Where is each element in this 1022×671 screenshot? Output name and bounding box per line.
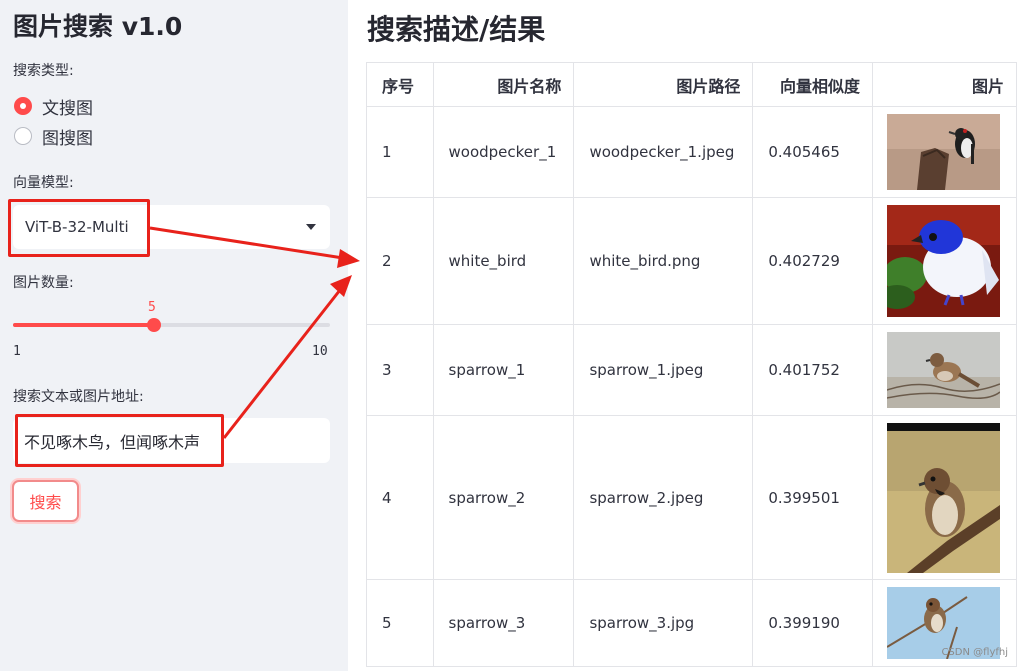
table-row: 4 sparrow_2 sparrow_2.jpeg 0.399501 <box>366 415 1018 580</box>
sidebar: 图片搜索 v1.0 搜索类型: 文搜图 图搜图 向量模型: ViT-B-32-M… <box>0 0 348 671</box>
cell-path: sparrow_2.jpeg <box>573 415 754 580</box>
column-header-index: 序号 <box>366 62 434 107</box>
cell-index: 3 <box>366 324 434 416</box>
cell-path: sparrow_1.jpeg <box>573 324 754 416</box>
column-header-score: 向量相似度 <box>752 62 873 107</box>
column-header-name: 图片名称 <box>432 62 575 107</box>
table-header-row: 序号 图片名称 图片路径 向量相似度 图片 <box>366 62 1018 107</box>
sparrow-on-wire-photo <box>886 332 1000 408</box>
cell-name: sparrow_3 <box>432 579 575 667</box>
cell-score: 0.399501 <box>752 415 873 580</box>
watermark: CSDN @flyfhj <box>941 647 1008 658</box>
radio-checked-icon <box>14 97 32 115</box>
cell-score: 0.405465 <box>752 106 873 198</box>
cell-image <box>871 106 1018 198</box>
app-title: 图片搜索 v1.0 <box>13 12 183 41</box>
radio-label: 文搜图 <box>42 98 93 119</box>
cell-index: 5 <box>366 579 434 667</box>
woodpecker-photo <box>886 114 1000 190</box>
table-row: 1 woodpecker_1 woodpecker_1.jpeg 0.40546… <box>366 106 1018 198</box>
radio-text-to-image[interactable]: 文搜图 <box>14 95 93 119</box>
cell-name: white_bird <box>432 197 575 325</box>
slider-thumb[interactable] <box>147 318 161 332</box>
slider-fill <box>13 323 154 327</box>
cell-index: 4 <box>366 415 434 580</box>
slider-track[interactable] <box>13 323 330 327</box>
cell-name: woodpecker_1 <box>432 106 575 198</box>
cell-score: 0.401752 <box>752 324 873 416</box>
annotation-box-query <box>15 414 224 467</box>
cell-name: sparrow_2 <box>432 415 575 580</box>
column-header-path: 图片路径 <box>573 62 754 107</box>
search-type-label: 搜索类型: <box>13 63 74 79</box>
model-label: 向量模型: <box>13 175 74 191</box>
column-header-image: 图片 <box>871 62 1018 107</box>
query-label: 搜索文本或图片地址: <box>13 389 144 405</box>
cell-path: sparrow_3.jpg <box>573 579 754 667</box>
cell-name: sparrow_1 <box>432 324 575 416</box>
slider-min: 1 <box>13 344 21 359</box>
annotation-box-model <box>8 199 150 257</box>
radio-unchecked-icon <box>14 127 32 145</box>
slider-value: 5 <box>148 300 156 315</box>
table-row: 5 sparrow_3 sparrow_3.jpg 0.399190 <box>366 579 1018 667</box>
blue-white-bird-photo <box>886 205 1000 317</box>
radio-label: 图搜图 <box>42 128 93 149</box>
cell-index: 2 <box>366 197 434 325</box>
table-row: 3 sparrow_1 sparrow_1.jpeg 0.401752 <box>366 324 1018 416</box>
cell-image <box>871 415 1018 580</box>
radio-image-to-image[interactable]: 图搜图 <box>14 125 93 149</box>
search-button[interactable]: 搜索 <box>12 480 79 522</box>
cell-image <box>871 324 1018 416</box>
table-row: 2 white_bird white_bird.png 0.402729 <box>366 197 1018 325</box>
chevron-down-icon <box>306 224 316 230</box>
count-label: 图片数量: <box>13 275 74 291</box>
sparrow-on-branch-photo <box>886 422 1000 573</box>
results-table: 序号 图片名称 图片路径 向量相似度 图片 1 woodpecker_1 woo… <box>366 62 1018 667</box>
cell-image <box>871 197 1018 325</box>
page-title: 搜索描述/结果 <box>367 13 546 46</box>
cell-path: white_bird.png <box>573 197 754 325</box>
cell-index: 1 <box>366 106 434 198</box>
cell-path: woodpecker_1.jpeg <box>573 106 754 198</box>
slider-max: 10 <box>312 344 328 359</box>
cell-score: 0.402729 <box>752 197 873 325</box>
cell-score: 0.399190 <box>752 579 873 667</box>
